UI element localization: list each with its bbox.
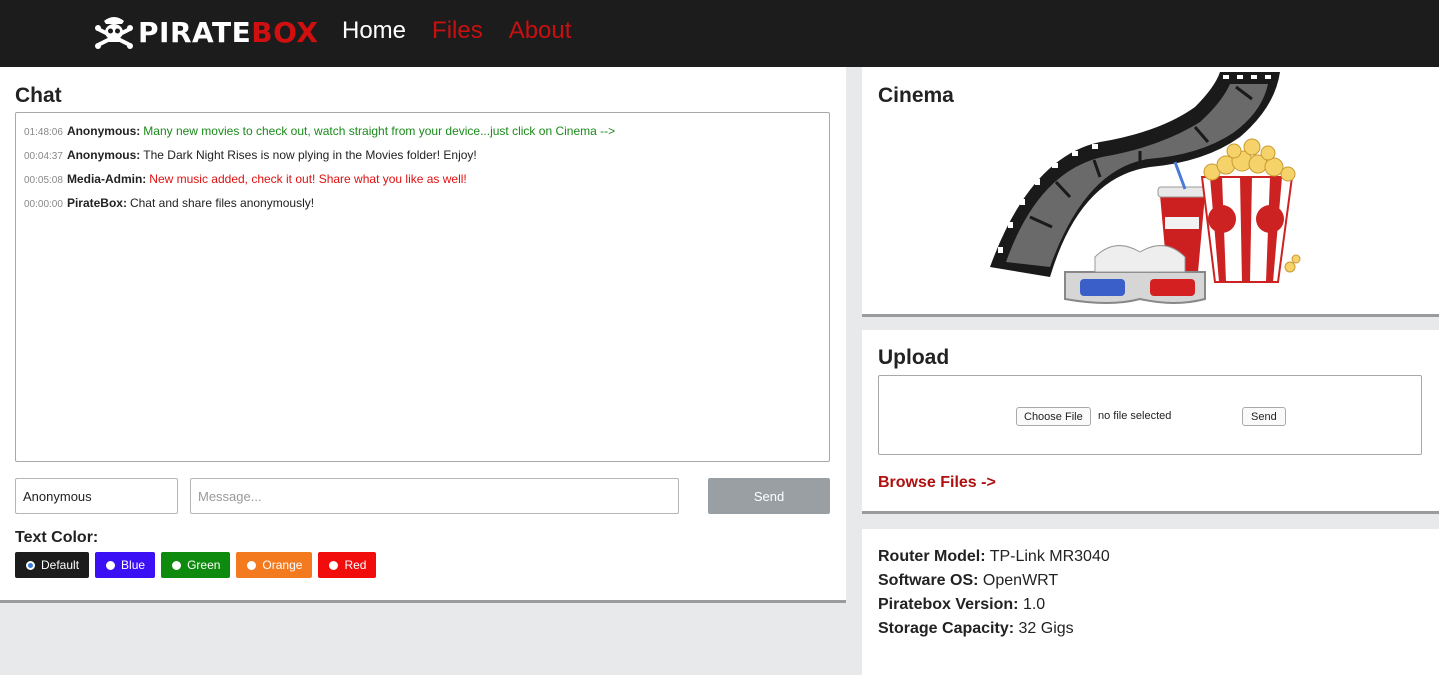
- text-color-label-blue: Blue: [121, 558, 146, 572]
- info-router-model: Router Model: TP-Link MR3040: [878, 548, 1110, 565]
- choose-file-button[interactable]: Choose File: [1016, 407, 1091, 426]
- text-color-label-red: Red: [344, 558, 367, 572]
- chat-message: 00:00:00 PirateBox: Chat and share files a…: [24, 192, 821, 216]
- chat-title: Chat: [15, 84, 62, 107]
- device-info-panel: Router Model: TP-Link MR3040 Software OS…: [862, 529, 1439, 675]
- upload-panel: Upload Choose File no file selected Send…: [862, 330, 1439, 514]
- message-timestamp: 00:00:00: [24, 199, 63, 210]
- text-color-default[interactable]: Default: [15, 552, 90, 578]
- message-author: Media-Admin:: [66, 172, 147, 186]
- text-color-options: Default Blue Green Orange Red: [15, 552, 377, 578]
- message-timestamp: 00:04:37: [24, 151, 63, 162]
- chat-message: 00:05:08 Media-Admin: New music added, che…: [24, 168, 821, 192]
- message-author: PirateBox:: [66, 196, 127, 210]
- upload-form: Choose File no file selected Send: [878, 375, 1422, 455]
- upload-send-button[interactable]: Send: [1242, 407, 1286, 426]
- message-text: Many new movies to check out, watch stra…: [143, 124, 616, 138]
- nav-home[interactable]: Home: [342, 17, 406, 45]
- radio-icon[interactable]: [172, 560, 182, 570]
- message-author: Anonymous:: [66, 124, 141, 138]
- nav-about[interactable]: About: [509, 17, 572, 45]
- chat-log[interactable]: 01:48:06 Anonymous: Many new movies to che…: [15, 112, 830, 462]
- text-color-green[interactable]: Green: [161, 552, 231, 578]
- chat-message: 01:48:06 Anonymous: Many new movies to che…: [24, 120, 821, 144]
- chat-panel: Chat 01:48:06 Anonymous: Many new movies t…: [0, 67, 846, 603]
- message-input[interactable]: [190, 478, 679, 514]
- text-color-label-green: Green: [187, 558, 221, 572]
- text-color-label-default: Default: [41, 558, 80, 572]
- nav-files[interactable]: Files: [432, 17, 483, 45]
- cinema-title: Cinema: [878, 84, 954, 107]
- skull-crossbones-icon: [95, 17, 133, 49]
- nickname-input[interactable]: [15, 478, 178, 514]
- upload-title: Upload: [878, 346, 950, 369]
- text-color-label-orange: Orange: [262, 558, 303, 572]
- message-timestamp: 00:05:08: [24, 175, 63, 186]
- info-software-os: Software OS: OpenWRT: [878, 572, 1059, 589]
- chat-send-button[interactable]: Send: [708, 478, 830, 514]
- cinema-panel: Cinema: [862, 67, 1439, 317]
- main-nav: Home Files About: [342, 17, 571, 45]
- info-storage-capacity: Storage Capacity: 32 Gigs: [878, 620, 1074, 637]
- radio-icon[interactable]: [26, 560, 35, 570]
- text-color-orange[interactable]: Orange: [236, 552, 313, 578]
- file-status-text: no file selected: [1098, 410, 1172, 422]
- text-color-label: Text Color:: [15, 529, 99, 546]
- film-popcorn-3d-glasses-icon[interactable]: [990, 67, 1310, 312]
- logo-text: PIRATEBOX: [138, 15, 319, 49]
- piratebox-logo[interactable]: PIRATEBOX: [94, 14, 318, 50]
- top-navbar: PIRATEBOX Home Files About: [0, 0, 1439, 67]
- message-text: New music added, check it out! Share wha…: [149, 172, 467, 186]
- radio-icon[interactable]: [329, 560, 339, 570]
- radio-icon[interactable]: [106, 560, 116, 570]
- text-color-blue[interactable]: Blue: [95, 552, 156, 578]
- radio-icon[interactable]: [247, 560, 257, 570]
- info-piratebox-version: Piratebox Version: 1.0: [878, 596, 1046, 613]
- message-author: Anonymous:: [66, 148, 141, 162]
- browse-files-link[interactable]: Browse Files ->: [878, 474, 996, 492]
- message-timestamp: 01:48:06: [24, 127, 63, 138]
- chat-message: 00:04:37 Anonymous: The Dark Night Rises i…: [24, 144, 821, 168]
- message-text: The Dark Night Rises is now plying in th…: [143, 148, 477, 162]
- text-color-red[interactable]: Red: [318, 552, 377, 578]
- message-text: Chat and share files anonymously!: [129, 196, 315, 210]
